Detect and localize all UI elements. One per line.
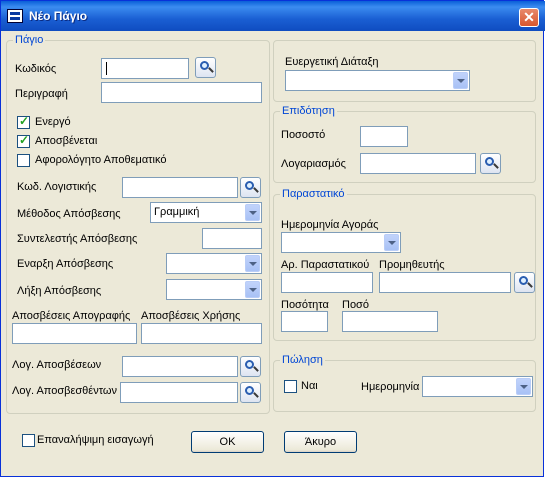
amount-label: Ποσό <box>342 299 369 311</box>
document-group-legend: Παραστατικό <box>280 188 347 200</box>
depreciated-account-label: Λογ. Αποσβεσθέντων <box>12 385 117 397</box>
app-icon <box>7 9 23 23</box>
sale-group: Πώληση Ναι Ημερομηνία <box>273 354 536 412</box>
account-code-lookup-button[interactable] <box>240 177 261 198</box>
asset-group: Πάγιο Κωδικός Περιγραφή Ενεργό Αποσβένετ… <box>6 34 270 414</box>
text-caret <box>106 62 107 75</box>
executive-select[interactable] <box>285 70 470 91</box>
active-checkbox[interactable] <box>17 114 30 129</box>
depreciation-account-lookup-button[interactable] <box>240 356 261 377</box>
dialog-window: Νέο Πάγιο ✕ Πάγιο Κωδικός Περιγραφή Ενερ… <box>0 0 545 477</box>
description-label: Περιγραφή <box>15 88 68 100</box>
subsidy-group: Επιδότηση Ποσοστό Λογαριασμός <box>273 105 536 183</box>
depreciation-account-label: Λογ. Αποσβέσεων <box>12 359 102 371</box>
depreciation-rate-input[interactable] <box>202 228 262 249</box>
document-group: Παραστατικό Ημερομηνία Αγοράς Αρ. Παραστ… <box>273 188 536 341</box>
close-button[interactable]: ✕ <box>519 8 539 27</box>
inventory-depreciation-label: Αποσβέσεις Απογραφής <box>12 310 131 322</box>
sale-yes-checkbox[interactable] <box>284 380 297 393</box>
sale-yes-label: Ναι <box>301 380 318 392</box>
chevron-down-icon[interactable] <box>384 234 399 251</box>
subsidy-account-label: Λογαριασμός <box>281 158 346 170</box>
active-label: Ενεργό <box>35 116 71 128</box>
depreciated-account-lookup-button[interactable] <box>240 382 261 403</box>
tax-free-reserve-checkbox[interactable] <box>17 154 30 167</box>
code-label: Κωδικός <box>15 63 57 75</box>
chevron-down-icon[interactable] <box>245 204 260 221</box>
supplier-input[interactable] <box>379 272 511 293</box>
dialog-body: Πάγιο Κωδικός Περιγραφή Ενεργό Αποσβένετ… <box>5 32 541 474</box>
code-lookup-button[interactable] <box>195 57 216 78</box>
executive-label: Ευεργετική Διάταξη <box>285 56 379 68</box>
subsidy-account-input[interactable] <box>360 153 476 174</box>
subsidy-percent-input[interactable] <box>360 126 408 147</box>
executive-group: Ευεργετική Διάταξη <box>273 40 536 102</box>
repeat-entry-checkbox[interactable] <box>22 434 35 447</box>
doc-number-input[interactable] <box>281 272 373 293</box>
supplier-label: Προμηθευτής <box>379 259 445 271</box>
depreciation-account-input[interactable] <box>122 356 238 377</box>
depreciation-method-value: Γραμμική <box>154 206 200 218</box>
chevron-down-icon[interactable] <box>245 281 260 298</box>
depreciation-method-label: Μέθοδος Απόσβεσης <box>17 208 121 220</box>
chevron-down-icon[interactable] <box>245 255 260 272</box>
sale-date-label: Ημερομηνία <box>361 381 420 393</box>
depreciable-label: Αποσβένεται <box>35 135 98 147</box>
asset-group-legend: Πάγιο <box>13 34 46 46</box>
depreciable-checkbox[interactable] <box>17 133 30 148</box>
subsidy-percent-label: Ποσοστό <box>281 129 326 141</box>
doc-number-label: Αρ. Παραστατικού <box>281 259 370 271</box>
chevron-down-icon[interactable] <box>453 72 468 89</box>
sale-date-select[interactable] <box>422 376 533 397</box>
sale-group-legend: Πώληση <box>280 354 325 366</box>
depreciation-end-select[interactable] <box>166 279 262 300</box>
code-input[interactable] <box>101 58 189 79</box>
subsidy-group-legend: Επιδότηση <box>280 105 337 117</box>
amount-input[interactable] <box>342 311 438 332</box>
account-code-label: Κωδ. Λογιστικής <box>17 181 97 193</box>
depreciation-method-select[interactable]: Γραμμική <box>150 202 262 223</box>
chevron-down-icon[interactable] <box>516 378 531 395</box>
usage-depreciation-label: Αποσβέσεις Χρήσης <box>141 310 241 322</box>
title-bar[interactable]: Νέο Πάγιο ✕ <box>1 1 545 31</box>
account-code-input[interactable] <box>122 177 238 198</box>
purchase-date-label: Ημερομηνία Αγοράς <box>281 219 379 231</box>
depreciation-end-label: Λήξη Απόσβεσης <box>17 285 102 297</box>
tax-free-reserve-label: Αφορολόγητο Αποθεματικό <box>35 154 167 166</box>
depreciation-start-select[interactable] <box>166 253 262 274</box>
description-input[interactable] <box>101 82 262 103</box>
purchase-date-select[interactable] <box>281 232 401 253</box>
depreciation-start-label: Εναρξη Απόσβεσης <box>17 258 114 270</box>
usage-depreciation-input[interactable] <box>141 323 262 344</box>
subsidy-account-lookup-button[interactable] <box>480 153 501 174</box>
window-title: Νέο Πάγιο <box>29 9 88 23</box>
depreciation-rate-label: Συντελεστής Απόσβεσης <box>17 233 138 245</box>
ok-button[interactable]: OK <box>191 431 264 453</box>
repeat-entry-label: Επαναλήψιμη εισαγωγή <box>37 434 154 446</box>
quantity-input[interactable] <box>281 311 328 332</box>
depreciated-account-input[interactable] <box>120 382 238 403</box>
supplier-lookup-button[interactable] <box>514 272 535 293</box>
quantity-label: Ποσότητα <box>281 299 329 311</box>
cancel-button[interactable]: Άκυρο <box>284 431 357 453</box>
inventory-depreciation-input[interactable] <box>12 323 137 344</box>
